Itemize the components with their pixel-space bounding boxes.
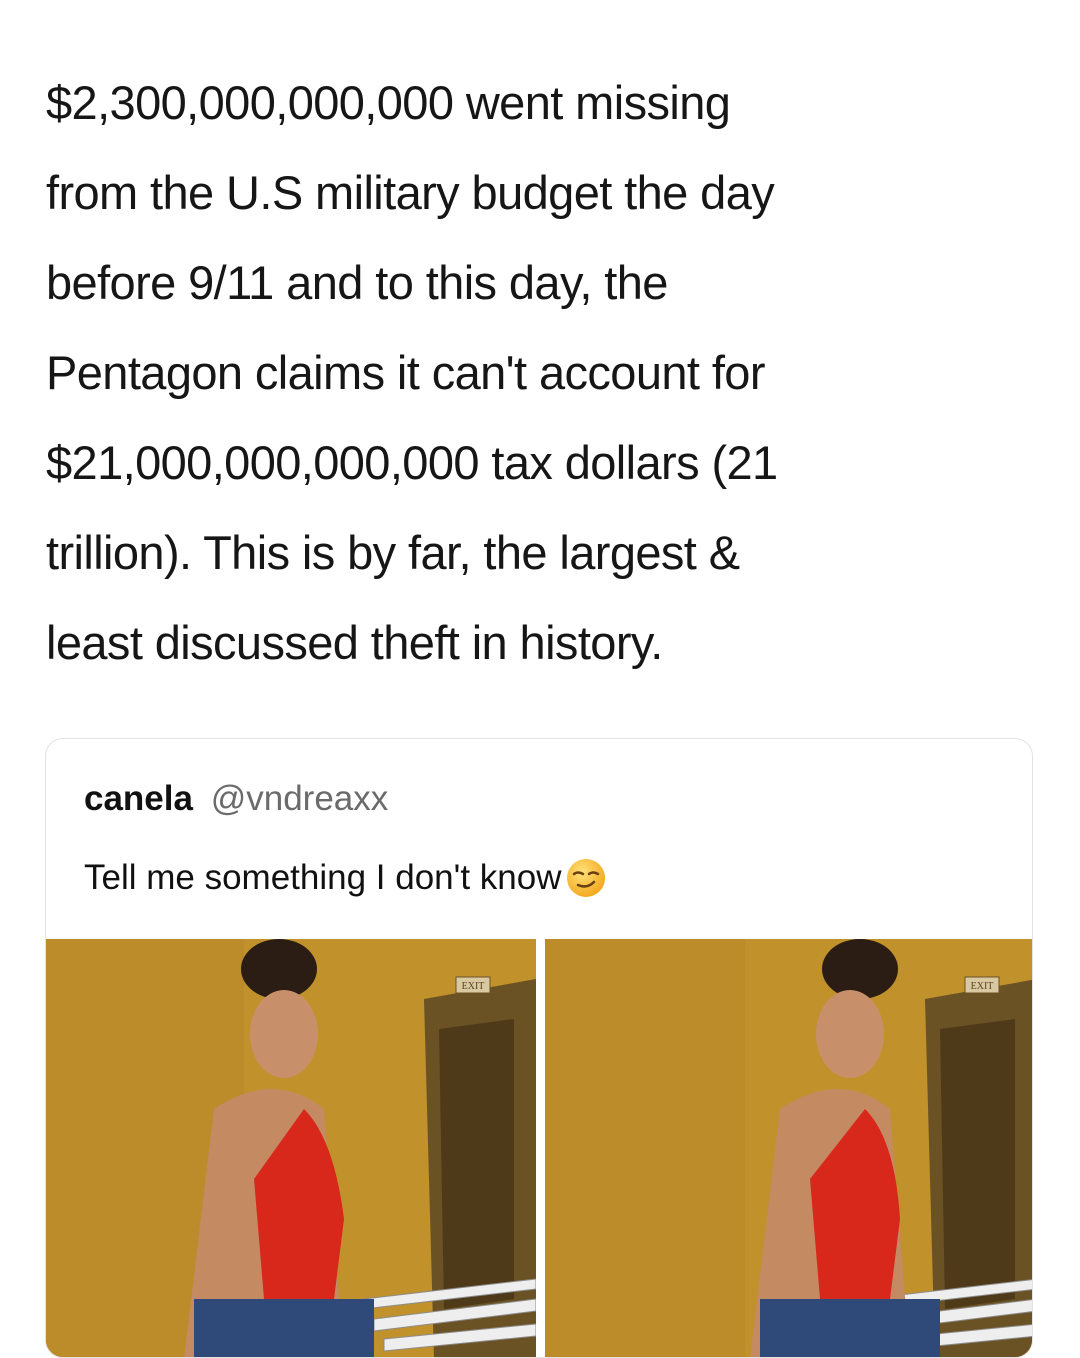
post-text-line: from the U.S military budget the day [46, 166, 775, 219]
post-text-line: Pentagon claims it can't account for [46, 346, 765, 399]
attached-photo-1[interactable]: EXIT [46, 939, 536, 1357]
attached-photo-2[interactable]: EXIT [545, 939, 1032, 1357]
post-text-line: $2,300,000,000,000 went missing [46, 76, 731, 129]
smirking-face-emoji-icon [565, 857, 607, 899]
display-name[interactable]: canela [84, 779, 193, 818]
quoted-tweet-header: canela @vndreaxx [84, 779, 388, 819]
post-text-line: before 9/11 and to this day, the [46, 256, 668, 309]
exit-sign-text: EXIT [971, 981, 994, 992]
user-handle[interactable]: @vndreaxx [211, 779, 389, 818]
post-text-line: trillion). This is by far, the largest & [46, 526, 740, 579]
post-text-line: least discussed theft in history. [46, 616, 663, 669]
exit-sign-text: EXIT [462, 981, 485, 992]
quoted-tweet-text: Tell me something I don't know [84, 857, 607, 899]
quoted-tweet-card[interactable]: canela @vndreaxx Tell me something I don… [45, 738, 1033, 1358]
photo-of-person-on-stairs-icon: EXIT [545, 939, 1032, 1357]
post-text-line: $21,000,000,000,000 tax dollars (21 [46, 436, 778, 489]
post-text: $2,300,000,000,000 went missing from the… [46, 58, 1046, 688]
quoted-tweet-text-content: Tell me something I don't know [84, 858, 562, 897]
photo-of-person-on-stairs-icon: EXIT [46, 939, 536, 1357]
